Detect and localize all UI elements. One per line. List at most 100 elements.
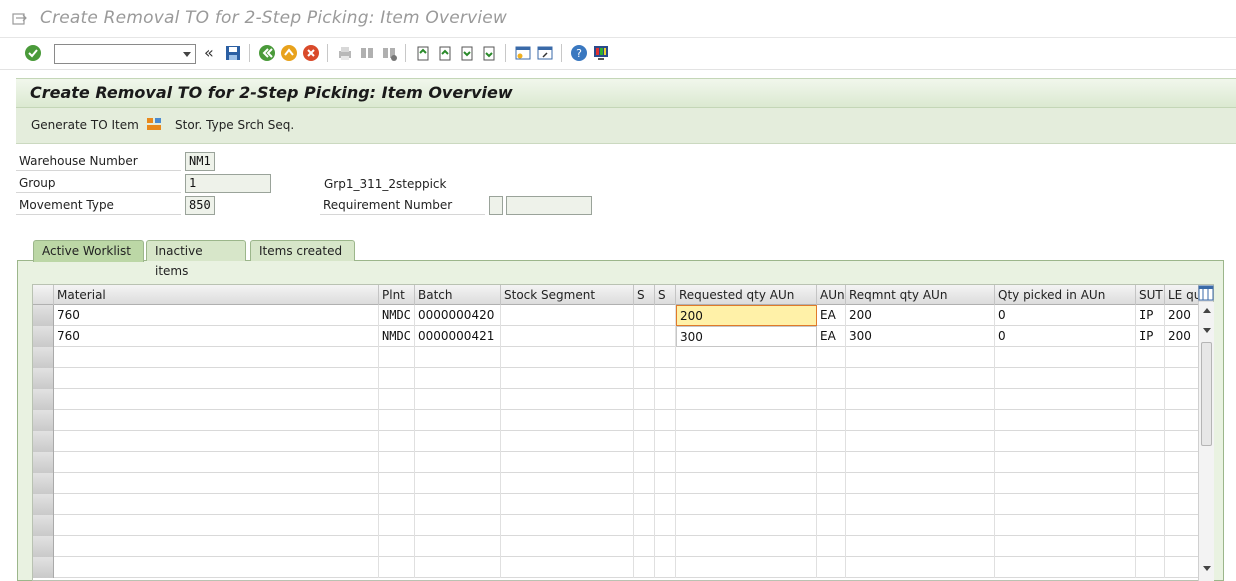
empty-cell: [415, 368, 501, 389]
table-settings-icon[interactable]: [1198, 285, 1214, 301]
table-row: 760 NMDC 0000000421 300 EA 300 0 IP 200: [33, 326, 1213, 347]
column-s2[interactable]: S: [655, 285, 676, 305]
column-s1[interactable]: S: [634, 285, 655, 305]
row-selector[interactable]: [33, 494, 54, 515]
help-icon[interactable]: ?: [570, 44, 588, 62]
material-cell: 760: [54, 326, 379, 347]
row-selector[interactable]: [33, 410, 54, 431]
movement-type-field[interactable]: 850: [185, 196, 215, 215]
row-selector[interactable]: [33, 515, 54, 536]
find-next-icon[interactable]: [380, 44, 398, 62]
column-sut[interactable]: SUT: [1136, 285, 1165, 305]
empty-cell: [1165, 431, 1199, 452]
previous-page-icon[interactable]: [436, 44, 454, 62]
tab-inactive-items[interactable]: Inactive items: [146, 240, 246, 278]
requirement-type-field[interactable]: [489, 196, 503, 215]
empty-cell: [817, 368, 846, 389]
menu-icon[interactable]: [12, 11, 28, 27]
empty-cell: [415, 494, 501, 515]
requirement-number-field[interactable]: [506, 196, 592, 215]
row-selector[interactable]: [33, 557, 54, 578]
empty-cell: [995, 368, 1136, 389]
select-all-cell[interactable]: [33, 285, 54, 305]
column-le-qty[interactable]: LE qu: [1165, 285, 1199, 305]
empty-cell: [676, 368, 817, 389]
empty-cell: [415, 452, 501, 473]
empty-cell: [1165, 494, 1199, 515]
toolbar-separator: [249, 44, 250, 62]
column-qty-picked[interactable]: Qty picked in AUn: [995, 285, 1136, 305]
row-selector[interactable]: [33, 326, 54, 347]
empty-cell: [634, 389, 655, 410]
column-material[interactable]: Material: [54, 285, 379, 305]
exit-icon[interactable]: [280, 44, 298, 62]
find-icon[interactable]: [358, 44, 376, 62]
column-stock-segment[interactable]: Stock Segment: [501, 285, 634, 305]
vertical-scrollbar[interactable]: [1198, 302, 1214, 581]
row-selector[interactable]: [33, 389, 54, 410]
column-aun[interactable]: AUn: [817, 285, 846, 305]
empty-cell: [1136, 494, 1165, 515]
column-plant[interactable]: Plnt: [379, 285, 415, 305]
row-selector[interactable]: [33, 305, 54, 326]
empty-cell: [379, 452, 415, 473]
row-selector[interactable]: [33, 452, 54, 473]
row-selector[interactable]: [33, 473, 54, 494]
create-session-icon[interactable]: [514, 44, 532, 62]
requested-qty-input[interactable]: 300: [676, 326, 817, 347]
command-field[interactable]: [54, 44, 196, 64]
empty-cell: [501, 536, 634, 557]
empty-table-row: [33, 431, 1213, 452]
tab-active-worklist[interactable]: Active Worklist: [33, 240, 144, 262]
empty-cell: [676, 389, 817, 410]
save-icon[interactable]: [224, 44, 242, 62]
warehouse-number-label: Warehouse Number: [16, 151, 181, 171]
empty-cell: [846, 557, 995, 578]
generate-to-item-button[interactable]: Generate TO Item: [31, 118, 139, 132]
empty-cell: [634, 431, 655, 452]
empty-cell: [676, 452, 817, 473]
row-selector[interactable]: [33, 368, 54, 389]
tab-items-created[interactable]: Items created: [250, 240, 355, 261]
collapse-icon[interactable]: «: [204, 43, 214, 62]
column-requested-qty[interactable]: Requested qty AUn: [676, 285, 817, 305]
first-page-icon[interactable]: [414, 44, 432, 62]
scroll-bottom-icon[interactable]: [1203, 566, 1211, 571]
plant-cell: NMDC: [379, 326, 415, 347]
shortcut-icon[interactable]: [536, 44, 554, 62]
aun-cell: EA: [817, 305, 846, 326]
row-selector[interactable]: [33, 431, 54, 452]
scroll-down-icon[interactable]: [1203, 328, 1211, 333]
empty-cell: [501, 389, 634, 410]
cancel-icon[interactable]: [302, 44, 320, 62]
print-icon[interactable]: [336, 44, 354, 62]
empty-cell: [817, 431, 846, 452]
empty-cell: [846, 473, 995, 494]
empty-cell: [379, 431, 415, 452]
enter-icon[interactable]: [24, 44, 42, 62]
stor-type-srch-seq-button[interactable]: Stor. Type Srch Seq.: [175, 118, 294, 132]
empty-cell: [501, 431, 634, 452]
last-page-icon[interactable]: [480, 44, 498, 62]
row-selector[interactable]: [33, 347, 54, 368]
customize-layout-icon[interactable]: [592, 44, 610, 62]
empty-cell: [501, 473, 634, 494]
next-page-icon[interactable]: [458, 44, 476, 62]
column-reqmnt-qty[interactable]: Reqmnt qty AUn: [846, 285, 995, 305]
back-icon[interactable]: [258, 44, 276, 62]
storage-type-icon[interactable]: [146, 116, 162, 132]
warehouse-number-field[interactable]: NM1: [185, 152, 215, 171]
empty-cell: [655, 389, 676, 410]
chevron-down-icon[interactable]: [183, 52, 191, 57]
scroll-up-icon[interactable]: [1203, 308, 1211, 313]
row-selector[interactable]: [33, 536, 54, 557]
empty-cell: [379, 557, 415, 578]
group-field[interactable]: 1: [185, 174, 271, 193]
empty-cell: [634, 536, 655, 557]
scroll-thumb[interactable]: [1201, 342, 1212, 446]
empty-cell: [1136, 536, 1165, 557]
column-batch[interactable]: Batch: [415, 285, 501, 305]
empty-cell: [415, 389, 501, 410]
requested-qty-input[interactable]: 200: [676, 305, 817, 326]
empty-cell: [995, 557, 1136, 578]
